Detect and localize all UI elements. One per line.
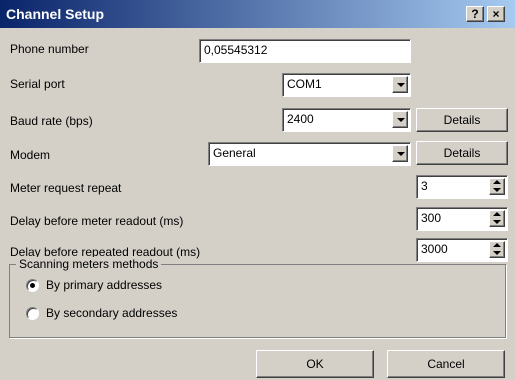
secondary-addresses-radio[interactable] (26, 307, 39, 320)
close-button[interactable]: × (487, 6, 505, 22)
scanning-methods-group: Scanning meters methods By primary addre… (9, 257, 506, 338)
serial-port-dropdown-icon[interactable] (392, 76, 408, 93)
delay-repeated-readout-spinner[interactable] (489, 241, 505, 258)
serial-port-label: Serial port (10, 77, 65, 91)
phone-number-value: 0,05545312 (204, 43, 268, 57)
spin-down-icon[interactable] (490, 250, 504, 257)
modem-value: General (213, 146, 256, 160)
phone-number-label: Phone number (10, 42, 89, 56)
baud-rate-value: 2400 (287, 112, 314, 126)
meter-request-repeat-value: 3 (421, 179, 428, 193)
delay-readout-spinner[interactable] (489, 210, 505, 227)
spin-up-icon[interactable] (490, 242, 504, 249)
title-bar: Channel Setup ? × (0, 0, 515, 28)
spin-up-icon[interactable] (490, 179, 504, 186)
delay-repeated-readout-value: 3000 (421, 242, 448, 256)
meter-request-repeat-spinner[interactable] (489, 178, 505, 195)
serial-port-select[interactable]: COM1 (282, 73, 411, 97)
meter-request-repeat-label: Meter request repeat (10, 181, 122, 195)
primary-addresses-label[interactable]: By primary addresses (46, 278, 162, 292)
ok-button[interactable]: OK (256, 350, 374, 378)
spin-down-icon[interactable] (490, 187, 504, 194)
baud-rate-details-button[interactable]: Details (416, 108, 508, 132)
modem-select[interactable]: General (208, 142, 411, 166)
baud-rate-select[interactable]: 2400 (282, 108, 411, 132)
spin-down-icon[interactable] (490, 219, 504, 226)
spin-up-icon[interactable] (490, 211, 504, 218)
delay-repeated-readout-spinbox[interactable]: 3000 (416, 238, 508, 262)
serial-port-value: COM1 (287, 77, 322, 91)
scanning-methods-title: Scanning meters methods (16, 257, 162, 271)
phone-number-input[interactable]: 0,05545312 (199, 39, 411, 63)
delay-readout-label: Delay before meter readout (ms) (10, 214, 184, 228)
baud-rate-label: Baud rate (bps) (10, 114, 93, 128)
baud-rate-dropdown-icon[interactable] (392, 111, 408, 128)
modem-label: Modem (10, 148, 51, 162)
dialog-title: Channel Setup (6, 6, 105, 22)
help-button[interactable]: ? (466, 6, 484, 22)
secondary-addresses-label[interactable]: By secondary addresses (46, 306, 177, 320)
channel-setup-dialog: Channel Setup ? × Phone number 0,0554531… (0, 0, 515, 380)
modem-dropdown-icon[interactable] (392, 145, 408, 162)
primary-addresses-radio[interactable] (26, 279, 39, 292)
delay-readout-value: 300 (421, 211, 442, 225)
meter-request-repeat-spinbox[interactable]: 3 (416, 175, 508, 199)
delay-readout-spinbox[interactable]: 300 (416, 207, 508, 231)
modem-details-button[interactable]: Details (416, 141, 508, 165)
cancel-button[interactable]: Cancel (387, 350, 505, 378)
